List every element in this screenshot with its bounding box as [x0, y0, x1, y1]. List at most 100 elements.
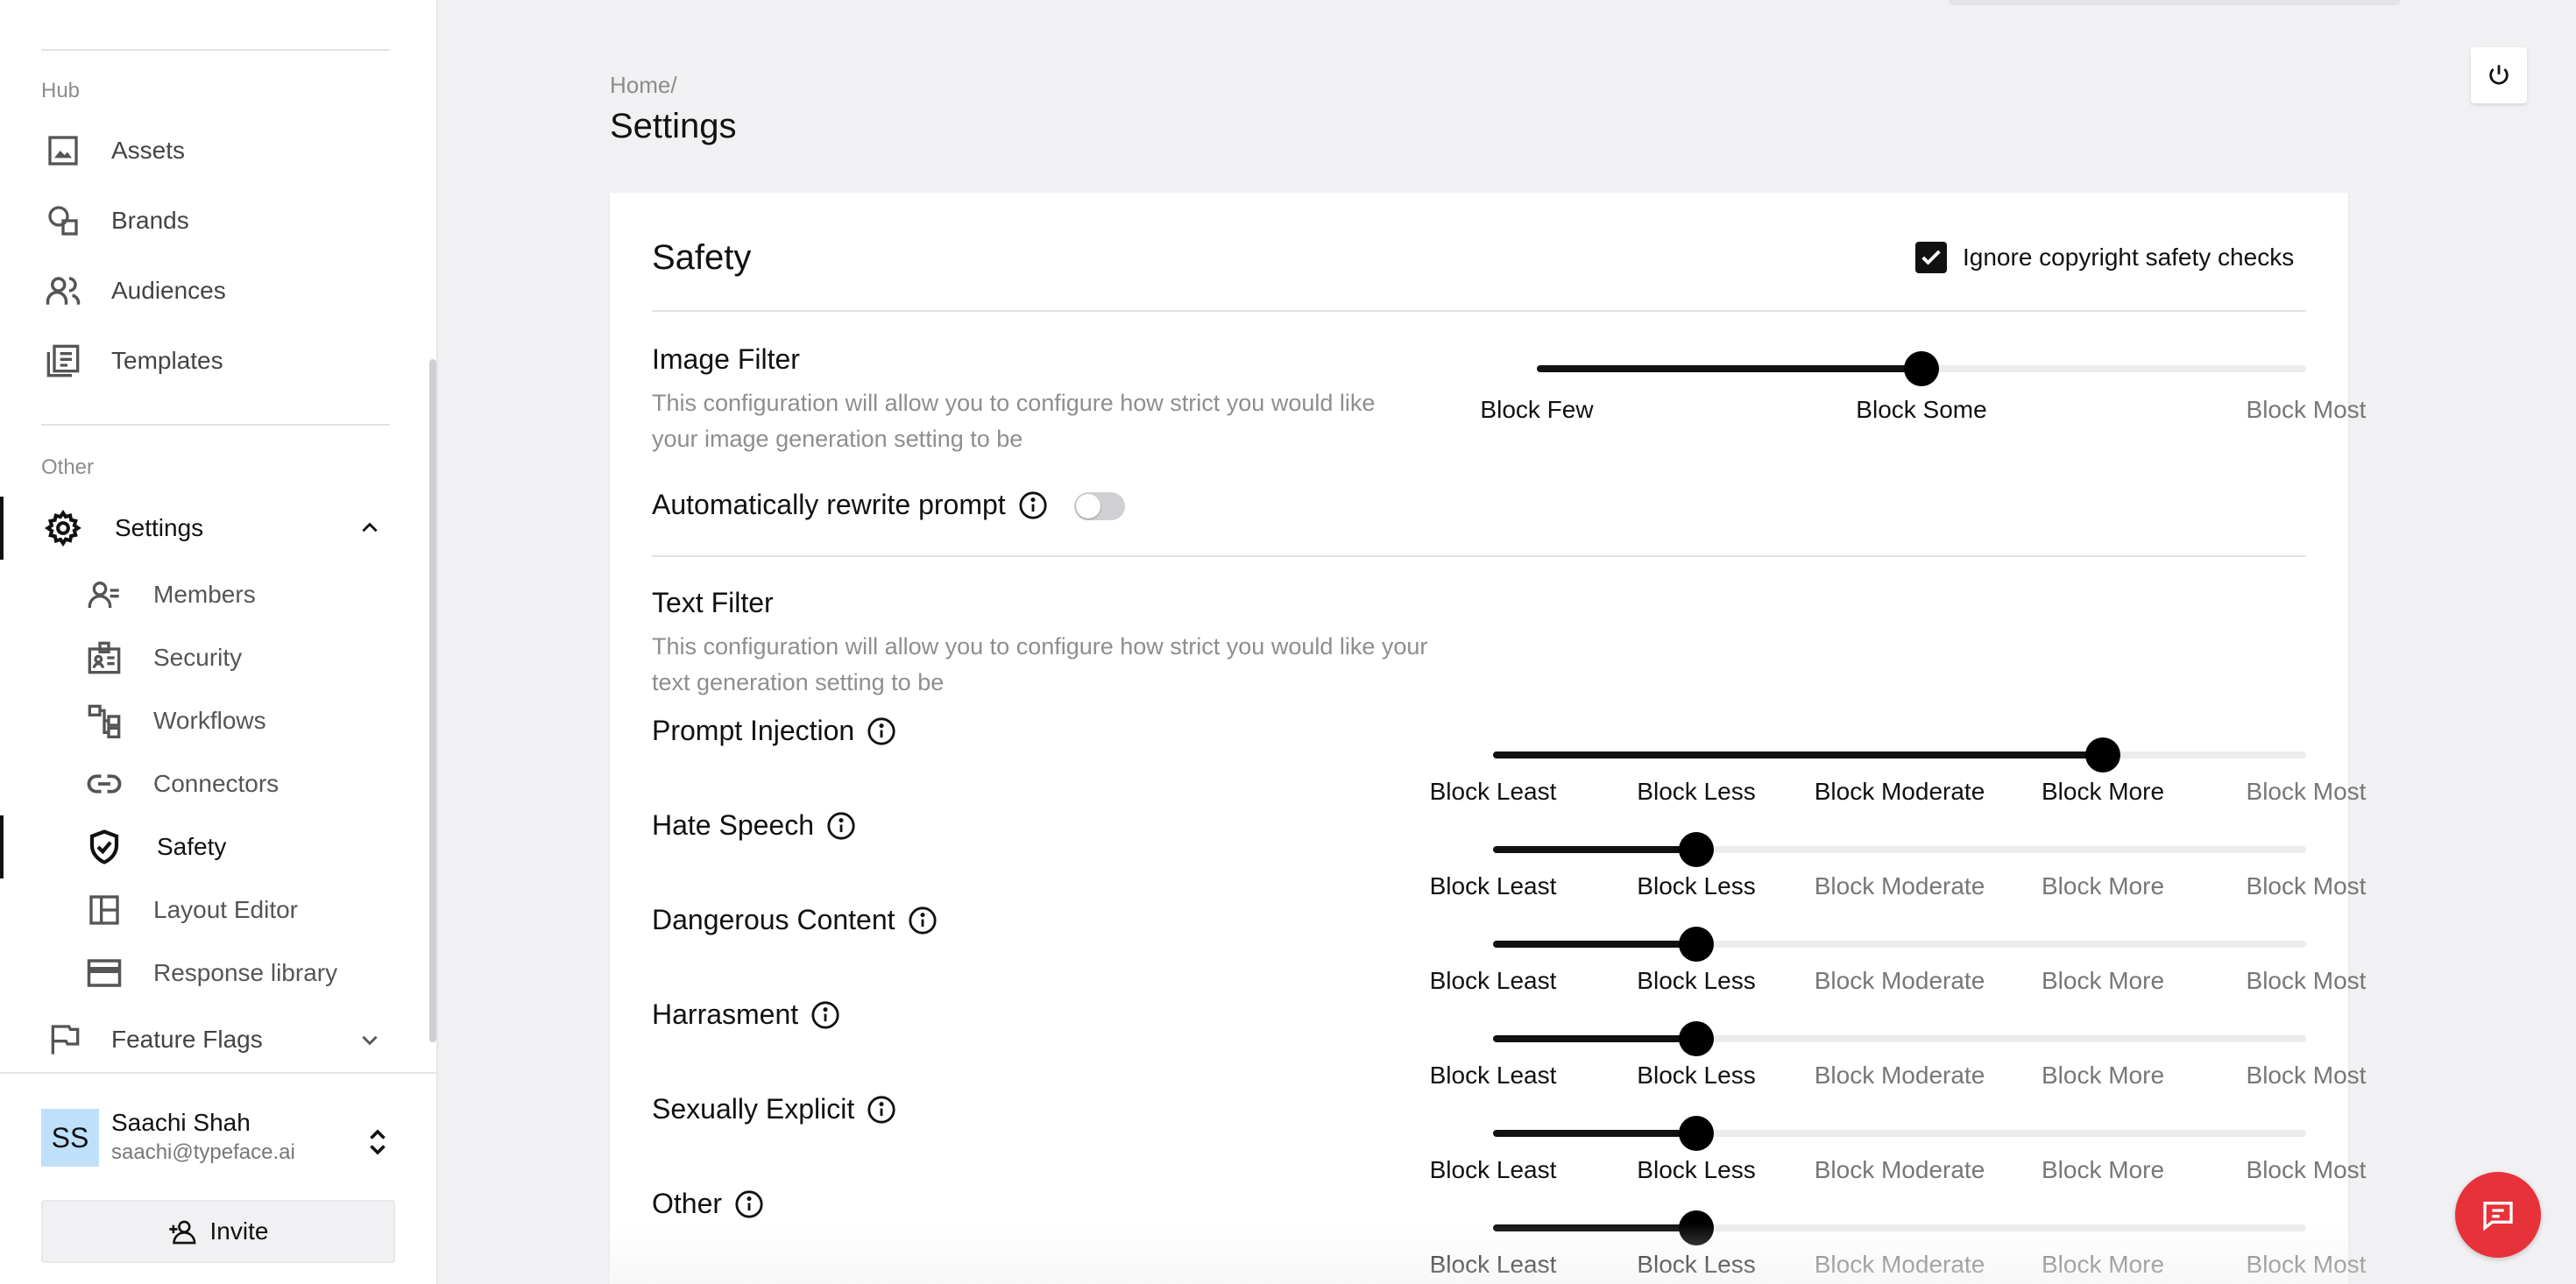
- slider-level-label[interactable]: Block Moderate: [1815, 967, 1985, 995]
- slider-level-label[interactable]: Block More: [2042, 778, 2164, 806]
- slider-level-label[interactable]: Block Most: [2247, 1062, 2367, 1090]
- slider-level-label[interactable]: Block Few: [1480, 396, 1593, 424]
- info-icon[interactable]: [908, 906, 938, 935]
- card-icon: [85, 954, 124, 992]
- checkbox-checked-icon[interactable]: [1915, 242, 1947, 273]
- slider-level-label[interactable]: Block Some: [1856, 396, 1986, 424]
- slider-level-label[interactable]: Block Most: [2247, 872, 2367, 900]
- chat-button[interactable]: [2455, 1172, 2541, 1258]
- text-filter-category: Prompt Injection: [652, 715, 896, 747]
- slider-level-label[interactable]: Block Moderate: [1815, 872, 1985, 900]
- slider-level-label[interactable]: Block Moderate: [1815, 1251, 1985, 1279]
- sidebar-item-assets[interactable]: Assets: [0, 119, 436, 182]
- slider-level-label[interactable]: Block Least: [1430, 872, 1557, 900]
- info-icon[interactable]: [1018, 490, 1048, 520]
- slider-level-label[interactable]: Block Least: [1430, 778, 1557, 806]
- text-filter-slider[interactable]: [1493, 1130, 2306, 1137]
- slider-level-label[interactable]: Block Less: [1637, 872, 1755, 900]
- slider-thumb[interactable]: [1679, 1021, 1714, 1056]
- slider-level-label[interactable]: Block Least: [1430, 1062, 1557, 1090]
- breadcrumb[interactable]: Home/: [610, 72, 677, 99]
- ignore-copyright-label: Ignore copyright safety checks: [1963, 243, 2294, 272]
- top-panel-edge: [1949, 0, 2401, 5]
- avatar[interactable]: SS: [41, 1109, 99, 1167]
- sidebar-item-safety[interactable]: Safety: [0, 815, 436, 878]
- slider-level-label[interactable]: Block Less: [1637, 967, 1755, 995]
- sidebar-item-feature-flags[interactable]: Feature Flags: [0, 1008, 436, 1071]
- sidebar-item-templates[interactable]: Templates: [0, 329, 436, 392]
- slider-fill: [1493, 941, 1696, 948]
- sidebar-item-connectors[interactable]: Connectors: [0, 752, 436, 815]
- sidebar-scrollbar[interactable]: [429, 359, 436, 1042]
- slider-level-label[interactable]: Block More: [2042, 872, 2164, 900]
- sidebar-item-audiences[interactable]: Audiences: [0, 259, 436, 322]
- slider-level-label[interactable]: Block Moderate: [1815, 1156, 1985, 1184]
- sidebar-item-brands[interactable]: Brands: [0, 189, 436, 252]
- sidebar-item-label: Feature Flags: [111, 1026, 263, 1054]
- sidebar-item-response-library[interactable]: Response library: [0, 942, 436, 1005]
- slider-level-label[interactable]: Block Most: [2247, 396, 2367, 424]
- slider-level-label[interactable]: Block Most: [2247, 1251, 2367, 1279]
- slider-level-label[interactable]: Block Less: [1637, 1062, 1755, 1090]
- slider-level-label[interactable]: Block More: [2042, 967, 2164, 995]
- ignore-copyright-checkbox[interactable]: Ignore copyright safety checks: [1915, 242, 2294, 273]
- sidebar-item-workflows[interactable]: Workflows: [0, 689, 436, 752]
- slider-thumb[interactable]: [1904, 351, 1939, 386]
- power-button[interactable]: [2471, 47, 2527, 103]
- sidebar-item-layout-editor[interactable]: Layout Editor: [0, 878, 436, 942]
- slider-level-label[interactable]: Block Least: [1430, 1156, 1557, 1184]
- slider-level-label[interactable]: Block Less: [1637, 1251, 1755, 1279]
- layout-icon: [85, 891, 124, 929]
- category-label: Prompt Injection: [652, 715, 854, 747]
- text-filter-slider[interactable]: [1493, 1035, 2306, 1042]
- toggle-knob: [1076, 494, 1100, 519]
- chevron-up-icon[interactable]: [354, 512, 386, 544]
- sidebar-item-members[interactable]: Members: [0, 563, 436, 626]
- slider-thumb[interactable]: [2085, 737, 2120, 773]
- info-icon[interactable]: [810, 1000, 840, 1030]
- members-icon: [85, 575, 124, 614]
- slider-level-label[interactable]: Block Less: [1637, 778, 1755, 806]
- auto-rewrite-toggle[interactable]: [1074, 492, 1125, 520]
- invite-button[interactable]: Invite: [41, 1200, 395, 1263]
- slider-thumb[interactable]: [1679, 1210, 1714, 1245]
- slider-level-label[interactable]: Block Least: [1430, 1251, 1557, 1279]
- slider-level-label[interactable]: Block Moderate: [1815, 1062, 1985, 1090]
- slider-level-label[interactable]: Block Moderate: [1815, 778, 1985, 806]
- slider-level-label[interactable]: Block Most: [2247, 1156, 2367, 1184]
- account-switch-icon[interactable]: [363, 1123, 393, 1161]
- text-filter-slider[interactable]: [1493, 751, 2306, 758]
- sidebar-divider: [41, 49, 390, 51]
- text-filter-slider[interactable]: [1493, 941, 2306, 948]
- sidebar-item-security[interactable]: Security: [0, 626, 436, 689]
- power-icon: [2487, 63, 2511, 88]
- shapes-icon: [44, 201, 82, 240]
- category-label: Dangerous Content: [652, 904, 895, 936]
- sidebar-item-settings[interactable]: Settings: [0, 497, 436, 560]
- chevron-down-icon[interactable]: [354, 1024, 386, 1055]
- slider-thumb[interactable]: [1679, 1116, 1714, 1151]
- slider-level-label[interactable]: Block More: [2042, 1062, 2164, 1090]
- slider-level-label[interactable]: Block More: [2042, 1251, 2164, 1279]
- slider-thumb[interactable]: [1679, 832, 1714, 867]
- image-filter-slider[interactable]: [1537, 365, 2306, 372]
- text-filter-title: Text Filter: [652, 587, 774, 619]
- active-indicator: [0, 497, 4, 560]
- sidebar: Hub Assets Brands Audiences Templates Ot…: [0, 0, 438, 1284]
- text-filter-slider[interactable]: [1493, 846, 2306, 853]
- slider-thumb[interactable]: [1679, 927, 1714, 962]
- category-label: Hate Speech: [652, 809, 814, 842]
- info-icon[interactable]: [734, 1189, 764, 1219]
- slider-level-label[interactable]: Block Less: [1637, 1156, 1755, 1184]
- invite-label: Invite: [210, 1217, 269, 1245]
- category-label: Harrasment: [652, 998, 798, 1031]
- info-icon[interactable]: [867, 716, 896, 746]
- text-filter-slider[interactable]: [1493, 1224, 2306, 1231]
- section-divider: [652, 555, 2306, 557]
- slider-level-label[interactable]: Block Most: [2247, 778, 2367, 806]
- info-icon[interactable]: [826, 811, 856, 841]
- slider-level-label[interactable]: Block Most: [2247, 967, 2367, 995]
- slider-level-label[interactable]: Block Least: [1430, 967, 1557, 995]
- slider-level-label[interactable]: Block More: [2042, 1156, 2164, 1184]
- info-icon[interactable]: [867, 1095, 896, 1125]
